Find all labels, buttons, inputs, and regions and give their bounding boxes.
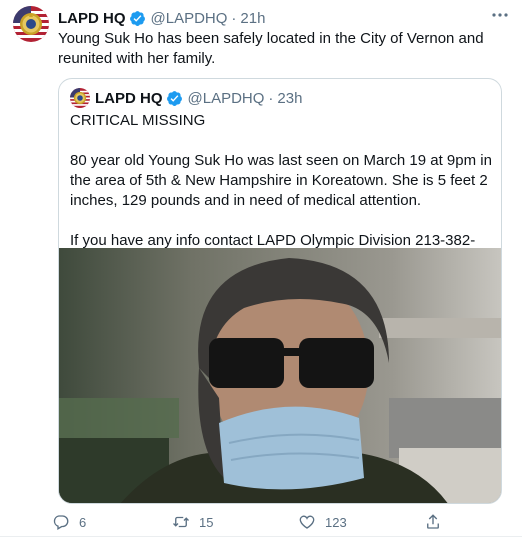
retweet-count: 15 (199, 514, 214, 530)
quoted-tweet-header: LAPD HQ @LAPDHQ · 23h (70, 88, 302, 108)
separator-dot: · (231, 9, 237, 27)
more-options-icon (492, 13, 508, 17)
timestamp[interactable]: 21h (240, 10, 265, 27)
quoted-tweet-text: CRITICAL MISSING 80 year old Young Suk H… (70, 111, 494, 271)
reply-count: 6 (79, 514, 87, 530)
retweet-icon (173, 516, 189, 528)
share-icon (427, 514, 439, 529)
quoted-tweet-image[interactable] (59, 248, 501, 503)
verified-badge-icon (166, 90, 182, 106)
author-name[interactable]: LAPD HQ (58, 10, 126, 27)
tweet[interactable]: LAPD HQ @LAPDHQ · 21h Young Suk Ho has b… (0, 0, 522, 537)
author-handle[interactable]: @LAPDHQ (151, 10, 228, 27)
separator-dot: · (268, 89, 274, 107)
quoted-text-line-2: 80 year old Young Suk Ho was last seen o… (70, 152, 492, 209)
reply-icon (53, 515, 69, 530)
retweet-button[interactable]: 15 (172, 510, 213, 534)
quoted-text-line-1: CRITICAL MISSING (70, 112, 206, 129)
quoted-avatar (70, 88, 90, 108)
avatar[interactable] (13, 6, 49, 42)
quoted-author-handle: @LAPDHQ (187, 89, 265, 107)
lapd-badge-avatar-icon (13, 6, 49, 42)
tweet-text: Young Suk Ho has been safely located in … (58, 30, 484, 67)
like-icon (299, 515, 315, 529)
reply-button[interactable]: 6 (52, 510, 86, 534)
quoted-timestamp: 23h (277, 89, 303, 107)
share-button[interactable] (424, 510, 442, 534)
like-count: 123 (325, 514, 347, 530)
tweet-actions: 6 15 123 (52, 510, 452, 534)
quoted-tweet[interactable]: LAPD HQ @LAPDHQ · 23h CRITICAL MISSING 8… (58, 78, 502, 504)
verified-badge-icon (129, 10, 145, 26)
lapd-badge-avatar-icon (70, 88, 90, 108)
like-button[interactable]: 123 (298, 510, 347, 534)
tweet-header: LAPD HQ @LAPDHQ · 21h (58, 8, 492, 28)
more-options-button[interactable] (490, 6, 510, 24)
photo-of-missing-person (59, 248, 501, 503)
quoted-author-name: LAPD HQ (95, 89, 163, 107)
